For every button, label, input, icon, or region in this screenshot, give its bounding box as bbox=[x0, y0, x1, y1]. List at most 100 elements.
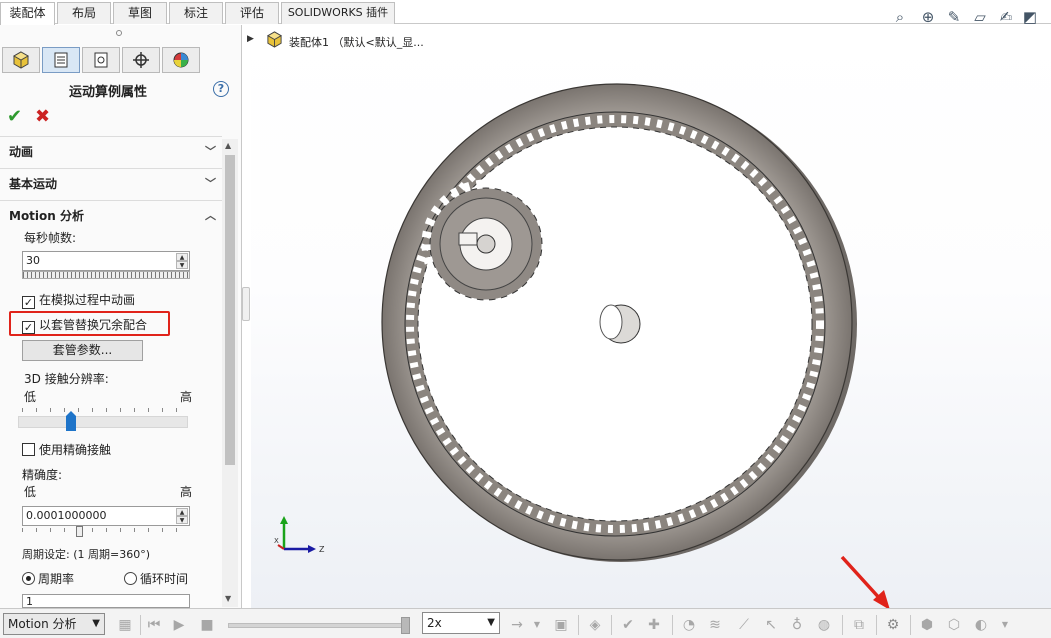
cancel-x-icon[interactable]: ✖ bbox=[35, 106, 50, 127]
damper-icon[interactable]: ⟋ bbox=[735, 616, 753, 634]
motion-manager-toolbar: Motion 分析 ▼ ▦ ⏮ ▶ ■ 2x ▼ → ▼ ▣ ◈ ✔ ✚ ◔ ≋… bbox=[0, 608, 1051, 638]
target-icon[interactable] bbox=[122, 47, 160, 73]
zoom-to-area-icon[interactable]: ⊕ bbox=[918, 7, 938, 27]
spring-icon[interactable]: ≋ bbox=[706, 616, 724, 634]
force-icon[interactable]: ↖ bbox=[762, 616, 780, 634]
save-animation-icon[interactable]: ▣ bbox=[552, 616, 570, 634]
tab-solidworks-addins[interactable]: SOLIDWORKS 插件 bbox=[281, 2, 395, 24]
study-type-value: Motion 分析 bbox=[8, 617, 77, 631]
dynamic-annotation-icon[interactable]: ✍ bbox=[996, 7, 1016, 27]
fps-input[interactable]: 30 ▲ ▼ bbox=[22, 251, 190, 271]
help-icon[interactable]: ? bbox=[213, 81, 229, 97]
chevron-down-icon[interactable]: ▼ bbox=[996, 616, 1014, 634]
gear-model[interactable] bbox=[375, 78, 863, 568]
export-icon[interactable]: ⬢ bbox=[918, 616, 936, 634]
checkbox-unchecked-icon bbox=[22, 443, 35, 456]
tab-sketch[interactable]: 草图 bbox=[113, 2, 167, 24]
cycle-settings-label: 周期设定: (1 周期=360°) bbox=[22, 548, 150, 561]
toolbar-separator bbox=[876, 615, 877, 635]
motion-study-properties-gear-icon[interactable]: ⚙ bbox=[884, 616, 902, 634]
tab-assembly[interactable]: 装配体 bbox=[0, 2, 55, 25]
precise-contact-checkbox[interactable]: 使用精确接触 bbox=[22, 441, 111, 458]
section-animation[interactable]: 动画 ﹀ bbox=[0, 136, 222, 166]
zoom-to-fit-icon[interactable]: ⌕ bbox=[890, 7, 910, 27]
cycle-rate-radio[interactable]: 周期率 bbox=[22, 570, 74, 587]
contact-icon[interactable]: ♁ bbox=[788, 616, 806, 634]
precise-contact-label: 使用精确接触 bbox=[39, 443, 112, 457]
panel-title: 运动算例属性 bbox=[68, 85, 147, 100]
accuracy-low-label: 低 bbox=[24, 485, 37, 499]
add-key-icon[interactable]: ✚ bbox=[645, 616, 663, 634]
assembly-icon bbox=[266, 31, 283, 48]
stop-icon[interactable]: ■ bbox=[198, 616, 216, 634]
import-icon[interactable]: ⬡ bbox=[945, 616, 963, 634]
chevron-down-icon: ﹀ bbox=[205, 145, 216, 158]
radio-selected-icon bbox=[22, 572, 35, 585]
contact-resolution-slider[interactable] bbox=[18, 416, 188, 428]
tab-layout[interactable]: 布局 bbox=[57, 2, 111, 24]
results-and-plots-icon[interactable]: ⧉ bbox=[850, 616, 868, 634]
property-icon[interactable] bbox=[42, 47, 80, 73]
toolbar-separator bbox=[578, 615, 579, 635]
animate-during-sim-checkbox[interactable]: ✓ 在模拟过程中动画 bbox=[22, 291, 135, 309]
ok-check-icon[interactable]: ✔ bbox=[7, 106, 22, 127]
animation-wizard-icon[interactable]: ◈ bbox=[586, 616, 604, 634]
playback-mode-icon[interactable]: → bbox=[508, 616, 526, 634]
panel-grip-icon[interactable] bbox=[116, 30, 122, 36]
tree-expand-icon[interactable]: ▶ bbox=[247, 34, 254, 44]
tab-evaluate[interactable]: 评估 bbox=[225, 2, 279, 24]
accuracy-input[interactable]: 0.0001000000 ▲ ▼ bbox=[22, 506, 190, 526]
display-options-icon[interactable]: ◐ bbox=[972, 616, 990, 634]
gravity-icon[interactable]: ◍ bbox=[815, 616, 833, 634]
fps-spinner[interactable]: ▲ ▼ bbox=[176, 253, 188, 269]
checkbox-checked-icon: ✓ bbox=[22, 296, 35, 309]
calculate-icon[interactable]: ▦ bbox=[116, 616, 134, 634]
panel-splitter-handle[interactable] bbox=[242, 287, 250, 321]
section-motion-analysis[interactable]: Motion 分析 ︿ bbox=[0, 200, 222, 230]
animate-during-sim-label: 在模拟过程中动画 bbox=[39, 293, 136, 307]
red-pointer-arrow bbox=[840, 555, 890, 610]
playback-speed-select[interactable]: 2x ▼ bbox=[422, 612, 500, 634]
tab-markup[interactable]: 标注 bbox=[169, 2, 223, 24]
assembly-tree-label[interactable]: 装配体1 （默认<默认_显... bbox=[289, 34, 424, 50]
contact-resolution-high-label: 高 bbox=[180, 390, 193, 404]
play-from-start-icon[interactable]: ⏮ bbox=[145, 616, 163, 634]
radio-unselected-icon bbox=[124, 572, 137, 585]
accuracy-value: 0.0001000000 bbox=[26, 509, 107, 522]
chevron-down-icon: ﹀ bbox=[205, 177, 216, 190]
cycle-value-input[interactable]: 1 bbox=[22, 594, 190, 608]
cycle-time-radio[interactable]: 循环时间 bbox=[124, 570, 188, 587]
svg-text:X: X bbox=[274, 537, 279, 545]
config-icon[interactable] bbox=[82, 47, 120, 73]
view-orientation-icon[interactable]: ◩ bbox=[1020, 7, 1040, 27]
motor-icon[interactable]: ◔ bbox=[680, 616, 698, 634]
panel-scrollbar[interactable]: ▲ ▼ bbox=[222, 139, 238, 607]
toolbar-separator bbox=[842, 615, 843, 635]
study-type-select[interactable]: Motion 分析 ▼ bbox=[3, 613, 105, 635]
previous-view-icon[interactable]: ✎ bbox=[944, 7, 964, 27]
playback-position-slider[interactable] bbox=[228, 623, 408, 628]
scrollbar-thumb[interactable] bbox=[225, 155, 235, 465]
accuracy-slider-thumb[interactable] bbox=[76, 526, 83, 537]
section-basic-motion[interactable]: 基本运动 ﹀ bbox=[0, 168, 222, 198]
section-view-icon[interactable]: ▱ bbox=[970, 7, 990, 27]
appearance-icon[interactable] bbox=[162, 47, 200, 73]
chevron-down-icon: ▼ bbox=[487, 617, 495, 628]
chevron-down-icon[interactable]: ▼ bbox=[528, 616, 546, 634]
toolbar-separator bbox=[910, 615, 911, 635]
contact-resolution-slider-thumb[interactable] bbox=[66, 411, 76, 431]
accuracy-spinner[interactable]: ▲ ▼ bbox=[176, 508, 188, 524]
autokey-icon[interactable]: ✔ bbox=[619, 616, 637, 634]
playback-slider-thumb[interactable] bbox=[401, 617, 410, 634]
accuracy-label: 精确度: bbox=[22, 468, 63, 482]
scroll-down-icon[interactable]: ▼ bbox=[225, 594, 231, 603]
scroll-up-icon[interactable]: ▲ bbox=[225, 141, 231, 150]
section-motion-analysis-label: Motion 分析 bbox=[9, 209, 85, 223]
play-icon[interactable]: ▶ bbox=[170, 616, 188, 634]
bushing-parameters-button[interactable]: 套管参数... bbox=[22, 340, 143, 361]
property-manager-panel: 运动算例属性 ? ✔ ✖ 动画 ﹀ 基本运动 ﹀ Motion 分析 ︿ 每秒帧… bbox=[0, 25, 242, 608]
planet-gear-shaft bbox=[476, 234, 496, 254]
assembly-icon[interactable] bbox=[2, 47, 40, 73]
section-basic-motion-label: 基本运动 bbox=[9, 177, 58, 191]
fps-thumbwheel[interactable] bbox=[22, 271, 190, 279]
